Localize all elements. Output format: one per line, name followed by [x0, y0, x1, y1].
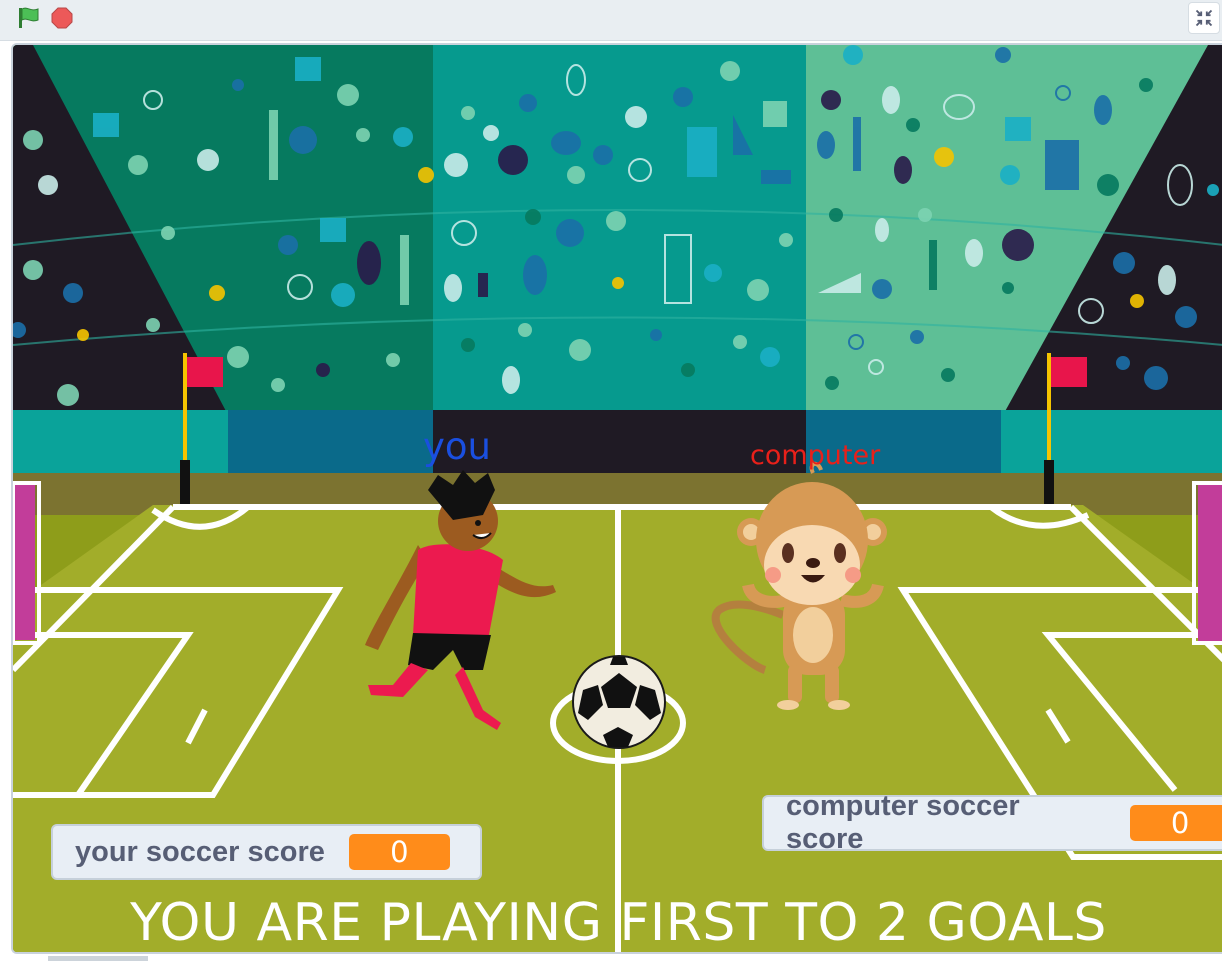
left-goal: [13, 485, 35, 640]
green-flag-icon[interactable]: [16, 6, 42, 30]
player-score-label: your soccer score: [75, 835, 325, 868]
computer-score-label: computer soccer score: [786, 790, 1020, 855]
player-toolbar: [0, 0, 1222, 41]
player-score-monitor: your soccer score 0: [51, 824, 482, 880]
opponent-name-label: computer: [750, 440, 881, 471]
game-message: YOU ARE PLAYING FIRST TO 2 GOALS: [130, 893, 1107, 953]
game-stage[interactable]: you computer your soccer score 0 compute…: [11, 43, 1222, 954]
computer-score-monitor: computer soccer score 0: [762, 790, 1222, 855]
player-name-label: you: [423, 425, 491, 468]
exit-fullscreen-button[interactable]: [1188, 2, 1220, 34]
scrollbar-stub: [48, 956, 148, 961]
exit-fullscreen-icon: [1195, 9, 1213, 27]
player-score-value: 0: [348, 834, 450, 870]
stop-sign-icon[interactable]: [51, 7, 73, 29]
right-goal: [1198, 485, 1222, 645]
soccer-ball: [572, 655, 666, 749]
computer-score-value: 0: [1130, 805, 1222, 841]
